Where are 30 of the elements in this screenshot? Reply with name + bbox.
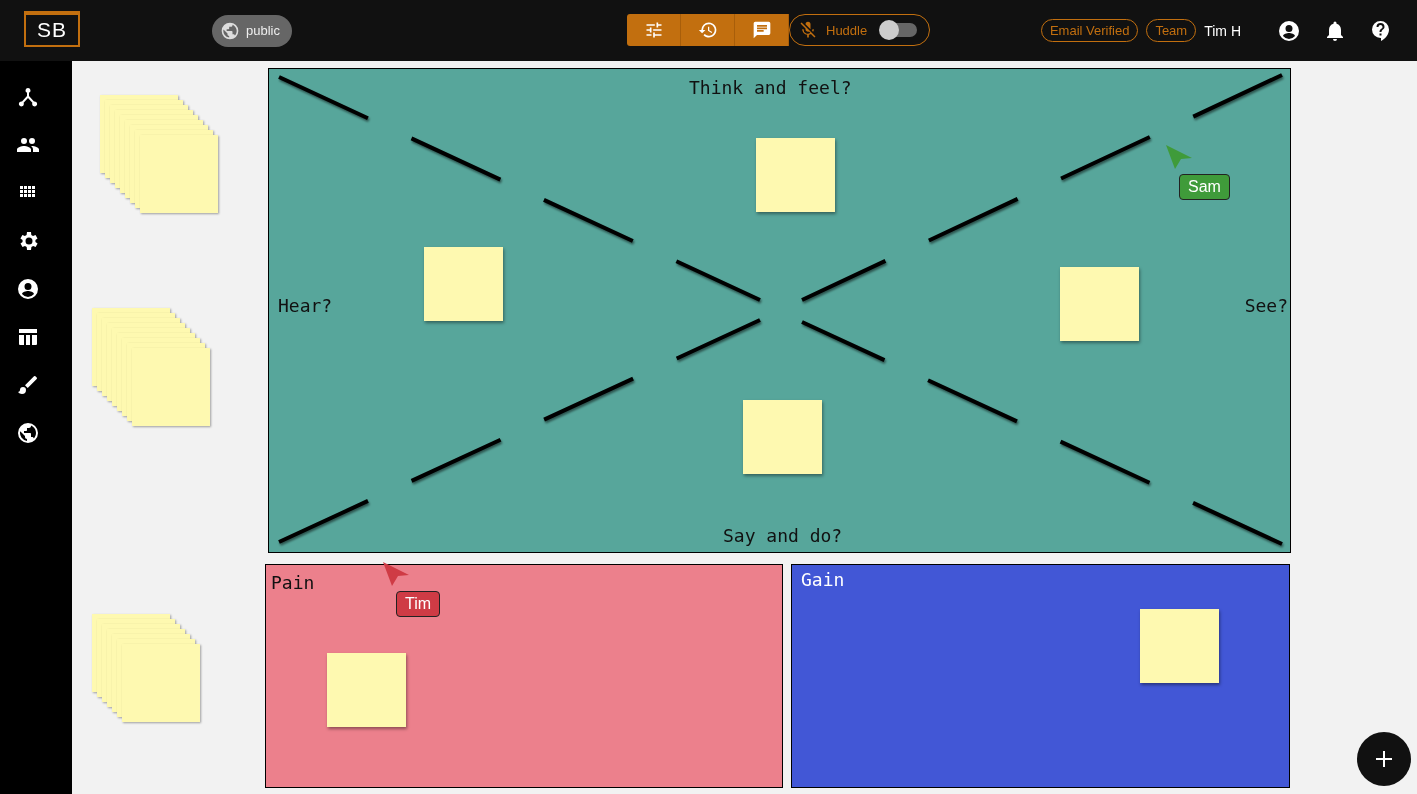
panel-title: Pain (271, 572, 315, 593)
muted-microphone-icon (798, 20, 818, 40)
settings-button[interactable] (627, 14, 681, 46)
visibility-button[interactable]: public (212, 14, 292, 47)
brush-icon[interactable] (16, 373, 40, 397)
quadrant-label: See? (1244, 295, 1288, 316)
logo-text: SB (37, 17, 67, 42)
cursor-arrow-icon (1165, 144, 1193, 170)
quadrant-label: Think and feel? (689, 77, 852, 98)
quadrant-label: Hear? (278, 295, 333, 316)
chat-button[interactable] (735, 14, 789, 46)
history-icon (697, 20, 718, 40)
account-icon[interactable] (16, 277, 40, 301)
user-cursor-label: Tim (396, 591, 441, 617)
chat-icon (751, 20, 772, 40)
user-name: Tim H (1204, 22, 1241, 39)
globe-icon[interactable] (16, 421, 40, 445)
panel-title: Gain (801, 569, 845, 590)
huddle-toggle[interactable] (881, 23, 918, 37)
user-cursor-label: Sam (1179, 174, 1230, 200)
add-button[interactable] (1357, 732, 1411, 786)
globe-icon (220, 20, 240, 41)
cursor-arrow-icon (382, 561, 410, 587)
logo[interactable]: SB (24, 10, 80, 47)
account-icon[interactable] (1277, 18, 1301, 43)
plus-icon (1375, 750, 1393, 768)
huddle-label: Huddle (826, 22, 868, 38)
network-icon[interactable] (16, 85, 40, 109)
history-button[interactable] (681, 14, 735, 46)
quadrant-label: Say and do? (723, 525, 843, 546)
